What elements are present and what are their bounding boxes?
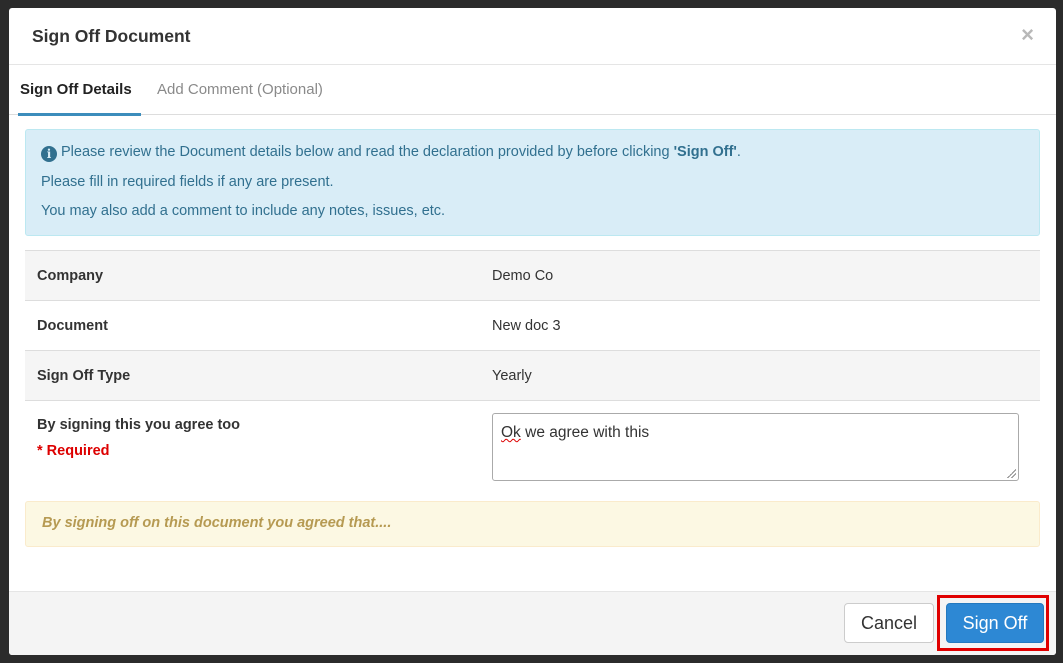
info-line-1-emphasis: 'Sign Off' xyxy=(673,144,737,160)
info-line-2: Please fill in required fields if any ar… xyxy=(41,174,334,190)
sign-off-modal: Sign Off Document × Sign Off Details Add… xyxy=(9,8,1056,655)
agreement-label: By signing this you agree too xyxy=(37,417,241,433)
modal-header: Sign Off Document × xyxy=(9,8,1056,65)
company-label: Company xyxy=(37,267,104,284)
details-table: Company Demo Co Document New doc 3 Sign … xyxy=(25,250,1040,486)
close-icon[interactable]: × xyxy=(1021,24,1034,46)
agreement-text-misspelled: Ok xyxy=(501,424,521,441)
agreement-input-cell: Ok we agree with this xyxy=(480,401,1040,486)
declaration-alert: By signing off on this document you agre… xyxy=(25,500,1040,547)
resize-handle-icon[interactable] xyxy=(1006,468,1016,478)
modal-footer: Cancel Sign Off xyxy=(9,591,1056,655)
modal-body: i Please review the Document details belo… xyxy=(9,115,1056,547)
table-row: Document New doc 3 xyxy=(25,300,1040,351)
info-icon: i xyxy=(41,146,57,162)
agreement-textarea[interactable]: Ok we agree with this xyxy=(492,413,1019,481)
info-line-3: You may also add a comment to include an… xyxy=(41,203,446,219)
cancel-button[interactable]: Cancel xyxy=(844,603,934,643)
table-row: Sign Off Type Yearly xyxy=(25,350,1040,401)
document-value: New doc 3 xyxy=(492,317,561,334)
table-row: By signing this you agree too * Required… xyxy=(25,400,1040,486)
table-row: Company Demo Co xyxy=(25,250,1040,301)
document-label: Document xyxy=(37,317,108,334)
info-line-1: i Please review the Document details belo… xyxy=(41,144,1023,162)
sign-off-button[interactable]: Sign Off xyxy=(946,603,1044,643)
required-indicator: * Required xyxy=(37,443,110,459)
tab-bar: Sign Off Details Add Comment (Optional) xyxy=(9,65,1056,116)
sign-off-type-value: Yearly xyxy=(492,367,532,384)
info-line-1-suffix: . xyxy=(736,144,741,160)
company-value: Demo Co xyxy=(492,267,554,284)
sign-off-type-label: Sign Off Type xyxy=(37,367,131,384)
info-alert: i Please review the Document details belo… xyxy=(25,129,1040,236)
tab-sign-off-details[interactable]: Sign Off Details xyxy=(18,81,141,116)
modal-title: Sign Off Document xyxy=(32,26,191,46)
agreement-text: we agree with this xyxy=(520,424,650,441)
tab-add-comment[interactable]: Add Comment (Optional) xyxy=(157,81,323,98)
info-line-1-text: Please review the Document details below… xyxy=(61,144,674,160)
agreement-label-cell: By signing this you agree too * Required xyxy=(25,401,480,486)
